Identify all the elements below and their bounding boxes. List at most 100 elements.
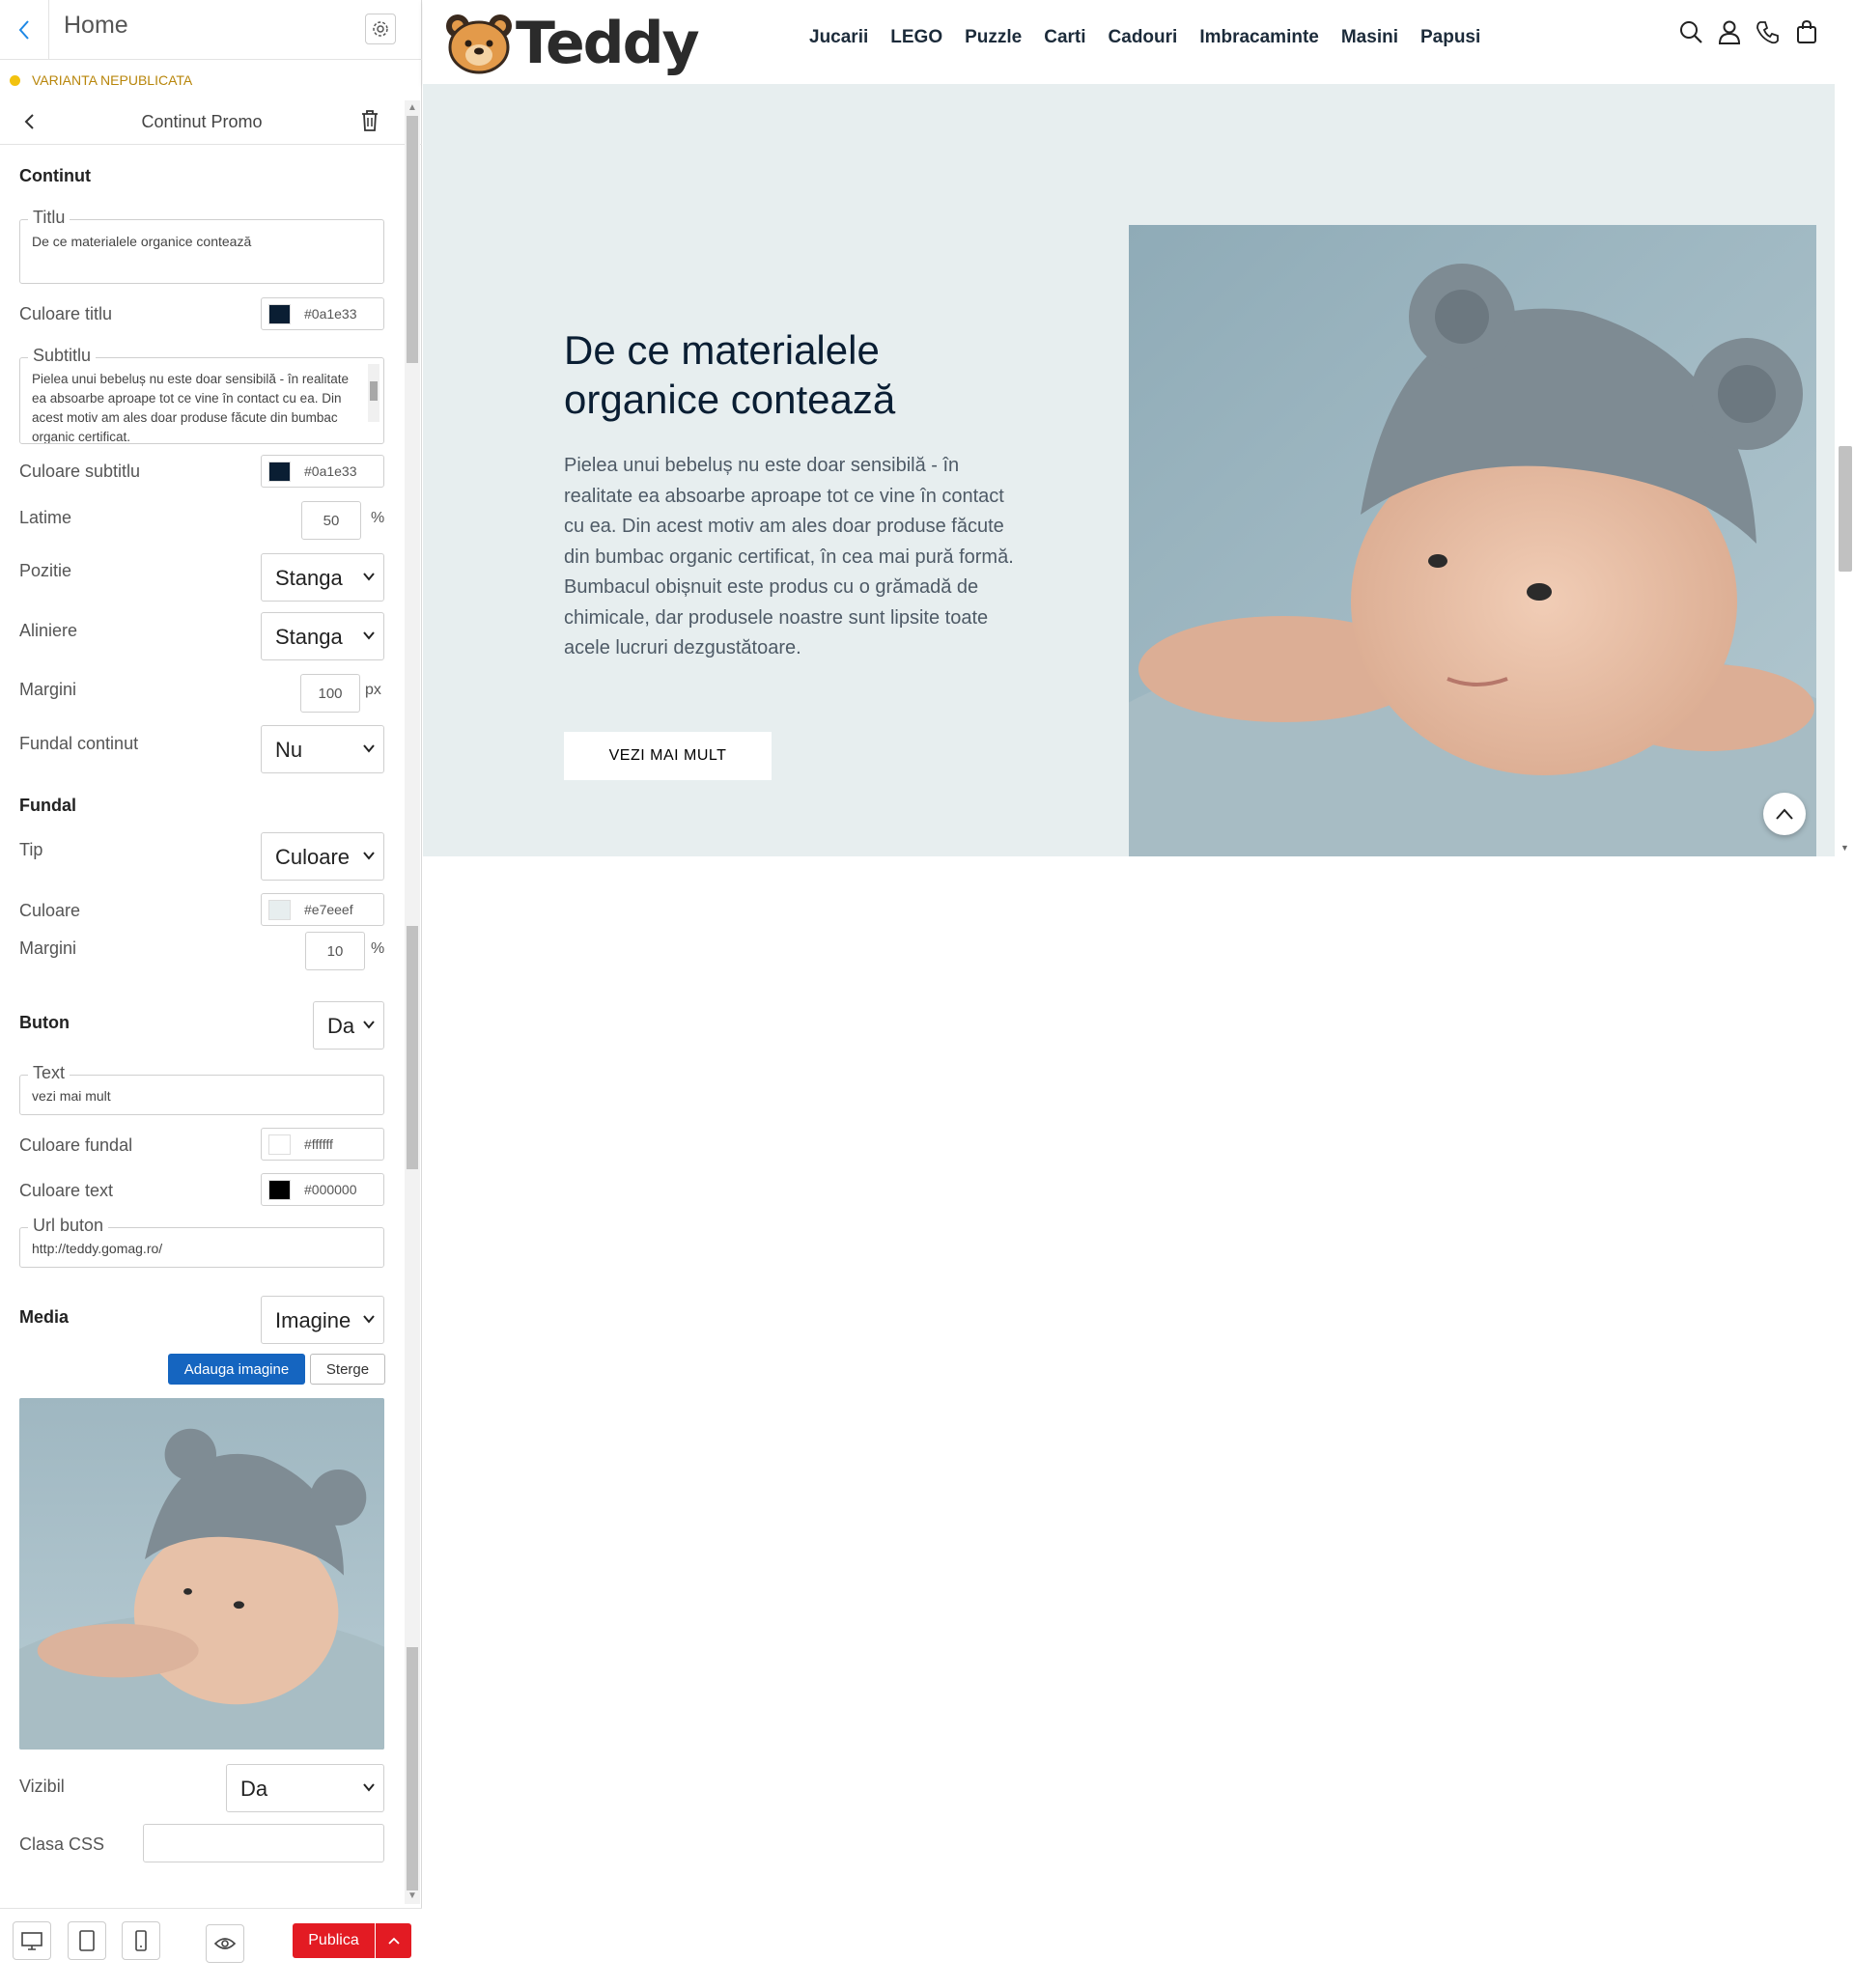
site-header: Teddy Jucarii LEGO Puzzle Carti Cadouri …	[423, 0, 1835, 84]
chevron-down-icon	[363, 1315, 375, 1324]
margini-input[interactable]: 100	[300, 674, 360, 713]
culoare-fundal-buton-picker[interactable]: #ffffff	[261, 1128, 384, 1161]
promo-image	[1129, 225, 1816, 856]
preview-scrollbar[interactable]: ▼	[1835, 0, 1854, 856]
culoare-titlu-value: #0a1e33	[304, 306, 357, 322]
aliniere-value: Stanga	[275, 625, 343, 649]
chevron-down-icon	[363, 631, 375, 640]
settings-button[interactable]	[365, 14, 396, 44]
media-type-value: Imagine	[275, 1308, 351, 1332]
tip-select[interactable]: Culoare	[261, 832, 384, 881]
chevron-up-icon	[387, 1937, 400, 1945]
tip-label: Tip	[19, 840, 43, 859]
buton-heading: Buton	[19, 1013, 70, 1032]
fundal-margini-label: Margini	[19, 938, 77, 958]
trash-icon[interactable]	[359, 108, 380, 133]
culoare-titlu-picker[interactable]: #0a1e33	[261, 297, 384, 330]
scroll-down-icon[interactable]: ▼	[407, 1890, 417, 1901]
margini-label: Margini	[19, 680, 77, 699]
fundal-continut-select[interactable]: Nu	[261, 725, 384, 773]
tip-value: Culoare	[275, 845, 351, 869]
titlu-field[interactable]: Titlu De ce materialele organice conteaz…	[19, 208, 384, 284]
vizibil-select[interactable]: Da	[226, 1764, 384, 1812]
color-swatch	[268, 1180, 291, 1200]
culoare-text-picker[interactable]: #000000	[261, 1173, 384, 1206]
nav-lego[interactable]: LEGO	[890, 27, 942, 48]
clasa-css-input[interactable]	[143, 1824, 384, 1862]
scrollbar-thumb[interactable]	[370, 381, 378, 401]
mobile-icon	[135, 1930, 147, 1951]
vizibil-label: Vizibil	[19, 1777, 65, 1796]
aliniere-label: Aliniere	[19, 621, 78, 640]
mobile-view-button[interactable]	[122, 1921, 160, 1960]
nav-puzzle[interactable]: Puzzle	[965, 27, 1022, 48]
search-icon[interactable]	[1678, 19, 1703, 44]
fundal-continut-label: Fundal continut	[19, 734, 139, 753]
main-nav: Jucarii LEGO Puzzle Carti Cadouri Imbrac…	[809, 27, 1503, 48]
culoare-titlu-label: Culoare titlu	[19, 304, 113, 323]
latime-unit: %	[371, 510, 385, 526]
margini-unit: px	[365, 682, 381, 698]
promo-button[interactable]: VEZI MAI MULT	[564, 732, 772, 780]
media-heading: Media	[19, 1307, 70, 1327]
culoare-fundal-label: Culoare	[19, 901, 81, 920]
buton-enabled-value: Da	[327, 1014, 355, 1038]
titlu-label: Titlu	[28, 208, 70, 228]
section-title: Continut Promo	[141, 112, 263, 131]
scroll-top-button[interactable]	[1763, 793, 1806, 835]
scroll-down-icon[interactable]: ▼	[1840, 843, 1849, 853]
scrollbar-thumb[interactable]	[407, 926, 418, 1169]
pozitie-select[interactable]: Stanga	[261, 553, 384, 602]
buton-text-field[interactable]: Text vezi mai mult	[19, 1063, 384, 1115]
scroll-up-icon[interactable]: ▲	[407, 102, 417, 113]
publish-button[interactable]: Publica	[293, 1923, 375, 1958]
culoare-subtitlu-picker[interactable]: #0a1e33	[261, 455, 384, 488]
clasa-css-label: Clasa CSS	[19, 1834, 105, 1854]
vizibil-value: Da	[240, 1777, 268, 1801]
url-buton-field[interactable]: Url buton http://teddy.gomag.ro/	[19, 1216, 384, 1268]
fundal-margini-input[interactable]: 10	[305, 932, 365, 970]
teddy-bear-icon	[446, 14, 512, 74]
nav-carti[interactable]: Carti	[1044, 27, 1085, 48]
pozitie-value: Stanga	[275, 566, 343, 590]
chevron-down-icon	[363, 1021, 375, 1029]
editor-header: Home	[0, 0, 422, 60]
scrollbar-thumb[interactable]	[407, 1647, 418, 1890]
media-thumbnail	[19, 1398, 384, 1750]
phone-icon[interactable]	[1756, 19, 1781, 44]
culoare-fundal-picker[interactable]: #e7eeef	[261, 893, 384, 926]
user-icon[interactable]	[1717, 19, 1742, 44]
buton-enabled-select[interactable]: Da	[313, 1001, 384, 1050]
desktop-view-button[interactable]	[13, 1921, 51, 1960]
media-type-select[interactable]: Imagine	[261, 1296, 384, 1344]
nav-papusi[interactable]: Papusi	[1420, 27, 1480, 48]
nav-imbracaminte[interactable]: Imbracaminte	[1199, 27, 1319, 48]
promo-subtitle: Pielea unui bebeluș nu este doar sensibi…	[564, 455, 1014, 658]
tablet-view-button[interactable]	[68, 1921, 106, 1960]
site-logo[interactable]: Teddy	[444, 10, 700, 77]
aliniere-select[interactable]: Stanga	[261, 612, 384, 660]
scrollbar-thumb[interactable]	[1839, 446, 1852, 572]
preview-button[interactable]	[206, 1924, 244, 1963]
editor-scrollbar[interactable]: ▲ ▼	[405, 100, 420, 1904]
add-image-button[interactable]: Adauga imagine	[168, 1354, 305, 1385]
nav-masini[interactable]: Masini	[1341, 27, 1398, 48]
latime-input[interactable]: 50	[301, 501, 361, 540]
cart-icon[interactable]	[1794, 19, 1819, 44]
color-swatch	[268, 462, 291, 482]
scrollbar-thumb[interactable]	[407, 116, 418, 363]
nav-cadouri[interactable]: Cadouri	[1109, 27, 1178, 48]
chevron-left-icon	[18, 19, 29, 40]
subtitlu-field[interactable]: Subtitlu Pielea unui bebeluș nu este doa…	[19, 346, 384, 444]
nav-jucarii[interactable]: Jucarii	[809, 27, 868, 48]
editor-panel: Home VARIANTA NEPUBLICATA Continut Promo…	[0, 0, 422, 1988]
continut-heading: Continut	[19, 166, 91, 185]
culoare-fundal-buton-value: #ffffff	[304, 1136, 333, 1152]
back-button[interactable]	[0, 0, 49, 59]
chevron-up-icon	[1776, 808, 1793, 820]
publish-options-button[interactable]	[376, 1923, 411, 1958]
delete-image-button[interactable]: Sterge	[310, 1354, 385, 1385]
subtitlu-scrollbar[interactable]	[368, 364, 379, 422]
buton-text-label: Text	[28, 1063, 70, 1083]
titlu-value: De ce materialele organice contează	[32, 234, 252, 249]
